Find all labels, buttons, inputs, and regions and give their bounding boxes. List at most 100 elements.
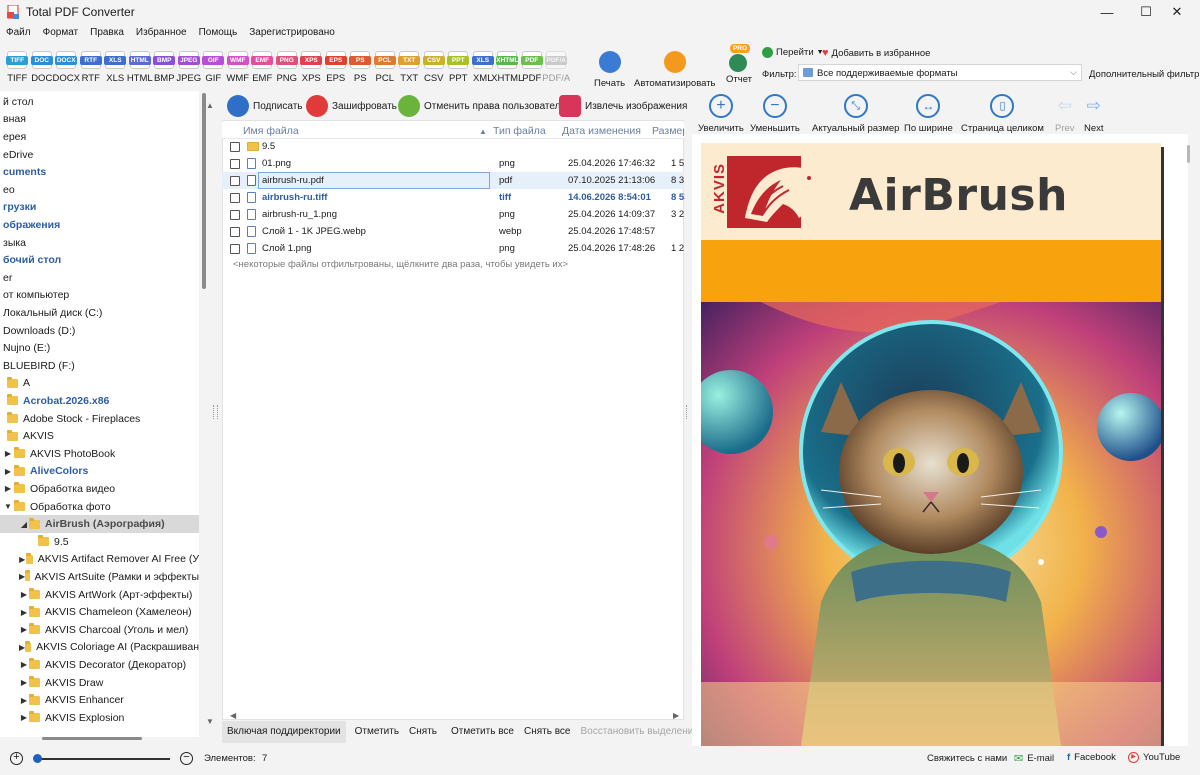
format-button-txt[interactable]: TXT TXT — [397, 51, 422, 87]
goto-button[interactable]: Перейти ▼ — [762, 47, 824, 58]
tree-item[interactable]: er — [0, 269, 199, 287]
fit-width-button[interactable]: ↔ По ширине — [904, 94, 953, 134]
file-row[interactable]: airbrush-ru_1.png png 25.04.2026 14:09:37 3… — [222, 206, 684, 223]
print-button[interactable]: Печать — [594, 51, 625, 89]
tree-item[interactable]: ▶ AKVIS Coloriage AI (Раскрашиван — [0, 639, 199, 657]
file-row[interactable]: 01.png png 25.04.2026 17:46:32 1 5 — [222, 155, 684, 172]
preview-scrollbar[interactable] — [1187, 145, 1190, 163]
report-button[interactable]: Отчет — [726, 74, 752, 85]
format-button-docx[interactable]: DOCX DOCX — [53, 51, 80, 87]
format-button-ppt[interactable]: PPT PPT — [446, 51, 471, 87]
menu-file[interactable]: Файл — [0, 25, 37, 42]
tree-item[interactable]: й стол — [0, 93, 199, 111]
chevron-down-icon[interactable]: ◢ — [19, 520, 29, 529]
tree-item[interactable]: eDrive — [0, 146, 199, 164]
tree-item[interactable]: ◢ AirBrush (Аэрография) — [0, 515, 199, 533]
format-button-emf[interactable]: EMF EMF — [250, 51, 275, 87]
scroll-left-arrow-icon[interactable]: ◀ — [230, 711, 236, 720]
extract-images-button[interactable]: Извлечь изображения — [559, 94, 687, 118]
tree-item[interactable]: ео — [0, 181, 199, 199]
actual-size-button[interactable]: ⤡ Актуальный размер — [812, 94, 899, 134]
tree-item[interactable]: ▶ AKVIS Explosion — [0, 709, 199, 727]
column-size[interactable]: Размер — [652, 125, 684, 137]
zoom-slider-thumb[interactable] — [33, 754, 42, 763]
column-name[interactable]: Имя файла — [243, 125, 299, 137]
prev-page-button[interactable]: ⇦ Prev — [1055, 94, 1075, 134]
chevron-right-icon[interactable]: ▶ — [19, 590, 29, 599]
automate-button[interactable]: Автоматизировать — [634, 51, 716, 89]
uncheck-button[interactable]: Снять — [404, 721, 442, 743]
chevron-right-icon[interactable]: ▶ — [19, 555, 26, 564]
email-link[interactable]: ✉ E-mail — [1014, 752, 1054, 765]
format-button-pdf-a[interactable]: PDF/A PDF/A — [542, 51, 570, 87]
format-button-doc[interactable]: DOC DOC — [30, 51, 55, 87]
file-checkbox[interactable] — [230, 244, 240, 254]
tree-item[interactable]: ▶ AKVIS PhotoBook — [0, 445, 199, 463]
tree-item[interactable]: BLUEBIRD (F:) — [0, 357, 199, 375]
tree-item[interactable]: ▶ Обработка видео — [0, 480, 199, 498]
check-all-button[interactable]: Отметить все — [446, 721, 519, 743]
tree-item[interactable]: Adobe Stock - Fireplaces — [0, 410, 199, 428]
chevron-right-icon[interactable]: ▶ — [19, 678, 29, 687]
close-button[interactable]: ✕ — [1154, 0, 1200, 24]
tree-horizontal-scrollbar[interactable] — [42, 737, 142, 740]
zoom-in-small-icon[interactable]: + — [10, 752, 23, 765]
chevron-right-icon[interactable]: ▶ — [3, 484, 13, 493]
tree-item[interactable]: AKVIS — [0, 427, 199, 445]
tree-item[interactable]: ▶ AKVIS ArtWork (Арт-эффекты) — [0, 586, 199, 604]
panel-splitter[interactable] — [686, 405, 690, 419]
format-button-tiff[interactable]: TIFF TIFF — [5, 51, 30, 87]
file-row[interactable]: Слой 1.png png 25.04.2026 17:48:26 1 2 — [222, 240, 684, 257]
menu-help[interactable]: Помощь — [193, 25, 244, 42]
file-checkbox[interactable] — [230, 193, 240, 203]
chevron-right-icon[interactable]: ▶ — [19, 660, 29, 669]
tree-item[interactable]: 9.5 — [0, 533, 199, 551]
tree-item[interactable]: Downloads (D:) — [0, 322, 199, 340]
column-type[interactable]: Тип файла — [493, 125, 546, 137]
format-button-xhtml[interactable]: XHTML XHTML — [491, 51, 523, 87]
file-checkbox[interactable] — [230, 176, 240, 186]
file-checkbox[interactable] — [230, 210, 240, 220]
check-button[interactable]: Отметить — [350, 721, 404, 743]
tree-item[interactable]: ▶ AKVIS Draw — [0, 674, 199, 692]
menu-registered[interactable]: Зарегистрировано — [243, 25, 341, 42]
panel-splitter[interactable] — [213, 405, 218, 419]
tree-item[interactable]: ерея — [0, 128, 199, 146]
tree-item[interactable]: A — [0, 375, 199, 393]
report-icon[interactable] — [729, 54, 747, 72]
scroll-up-arrow-icon[interactable]: ▲ — [206, 101, 214, 110]
zoom-out-button[interactable]: − Уменьшить — [750, 94, 800, 134]
restore-selection-button[interactable]: Восстановить выделени — [575, 721, 698, 743]
file-row[interactable]: airbrush-ru.pdf pdf 07.10.2025 21:13:06 8 3 — [222, 172, 684, 189]
chevron-right-icon[interactable]: ▶ — [19, 625, 29, 634]
scroll-right-arrow-icon[interactable]: ▶ — [673, 711, 679, 720]
file-checkbox[interactable] — [230, 159, 240, 169]
format-button-gif[interactable]: GIF GIF — [201, 51, 226, 87]
format-button-eps[interactable]: EPS EPS — [324, 51, 349, 87]
format-button-ps[interactable]: PS PS — [348, 51, 373, 87]
file-checkbox[interactable] — [230, 227, 240, 237]
revoke-rights-button[interactable]: Отменить права пользователя — [398, 94, 566, 118]
facebook-link[interactable]: f Facebook — [1067, 752, 1116, 763]
file-checkbox[interactable] — [230, 142, 240, 152]
zoom-out-small-icon[interactable]: − — [180, 752, 193, 765]
tree-item[interactable]: грузки — [0, 199, 199, 217]
tree-item[interactable]: зыка — [0, 234, 199, 252]
file-row[interactable]: Слой 1 - 1K JPEG.webp webp 25.04.2026 17:4… — [222, 223, 684, 240]
uncheck-all-button[interactable]: Снять все — [519, 721, 576, 743]
format-button-xps[interactable]: XPS XPS — [299, 51, 324, 87]
add-favorite-button[interactable]: ♥ Добавить в избранное — [822, 47, 930, 59]
filtered-note[interactable]: <некоторые файлы отфильтрованы, щёлкните… — [233, 259, 568, 270]
tree-item[interactable]: ▶ AKVIS Enhancer — [0, 691, 199, 709]
format-button-jpeg[interactable]: JPEG JPEG — [176, 51, 201, 87]
tree-item[interactable]: Локальный диск (C:) — [0, 304, 199, 322]
format-button-csv[interactable]: CSV CSV — [422, 51, 447, 87]
format-button-png[interactable]: PNG PNG — [275, 51, 300, 87]
file-row[interactable]: 9.5 — [222, 138, 684, 155]
scroll-down-arrow-icon[interactable]: ▼ — [206, 717, 214, 726]
zoom-in-button[interactable]: + Увеличить — [698, 94, 744, 134]
menu-format[interactable]: Формат — [37, 25, 85, 42]
chevron-right-icon[interactable]: ▶ — [3, 467, 13, 476]
tree-item[interactable]: бочий стол — [0, 251, 199, 269]
tree-item[interactable]: ▶ AKVIS Chameleon (Хамелеон) — [0, 603, 199, 621]
